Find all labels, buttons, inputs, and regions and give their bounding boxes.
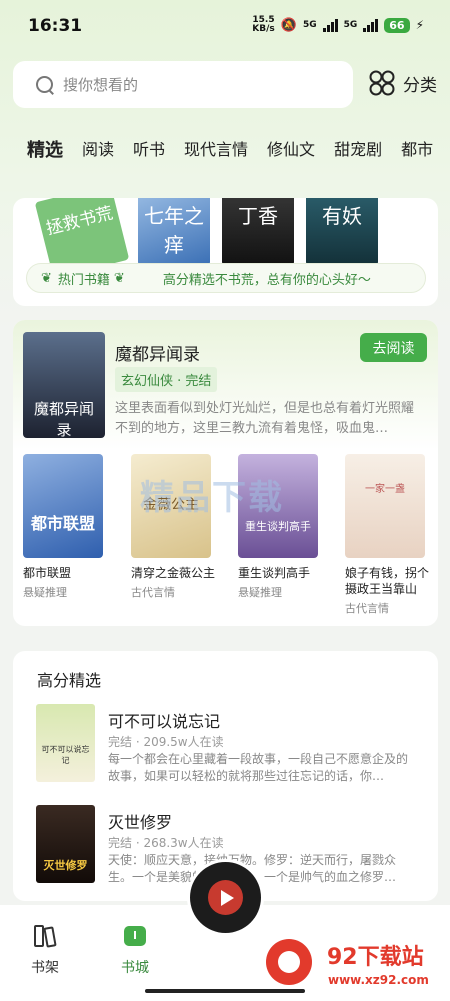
hot-books-banner[interactable]: ❦ 热门书籍 ❦ 高分精选不书荒，总有你的心头好～ [26,263,426,293]
book-name: 清穿之金薇公主 [131,566,216,580]
cover-title: 可不可以说忘记 [41,745,90,765]
search-input[interactable]: 搜你想看的 [13,61,353,108]
book-genre: 悬疑推理 [23,586,67,599]
featured-book-title[interactable]: 魔都异闻录 [115,340,200,365]
tab-sweet-drama[interactable]: 甜宠剧 [334,136,382,162]
section-title: 高分精选 [37,671,102,690]
bookshelf-icon [34,925,57,948]
home-indicator[interactable] [145,989,305,993]
tab-modern-romance[interactable]: 现代言情 [184,136,248,162]
watermark-text: 精品下载 [140,478,284,518]
nav-label: 书架 [31,960,59,976]
tab-featured[interactable]: 精选 [27,136,63,162]
laurel-icon: ❦ [113,270,125,286]
book-meta: 完结 · 209.5w人在读 [108,735,224,749]
cover-title: 七年之痒 [144,204,204,257]
book-name: 都市联盟 [23,566,72,580]
nav-bookshelf[interactable]: 书架 [15,923,75,977]
book-genre: 古代言情 [345,602,389,615]
book-cover: 一家一盏 [345,454,425,558]
book-cover[interactable]: 有妖 [306,198,378,266]
net-speed-unit: KB/s [252,24,275,34]
book-description: 天使：顺应天意，接纳万物。修罗：逆天而行，屠戮众生。一个是美貌的光之天使，一个是… [108,853,397,884]
book-cover: 灭世修罗 [36,805,95,883]
tab-audiobook[interactable]: 听书 [133,136,165,162]
tab-reading[interactable]: 阅读 [82,136,114,162]
hot-books-slogan: 高分精选不书荒，总有你的心头好～ [162,272,371,288]
cover-title: 有妖 [322,204,362,228]
book-description: 每一个都会在心里藏着一段故事，一段自己不愿意企及的故事，如果可以轻松的就将那些过… [108,752,408,783]
book-cover: 可不可以说忘记 [36,704,95,782]
net-type-1: 5G [302,20,317,30]
search-icon [35,75,55,95]
signal-icon [322,18,338,32]
book-name: 娘子有钱，拐个摄政王当靠山 [345,566,430,596]
signal-icon [363,18,379,32]
watermark-title: 92下载站 [327,945,424,970]
book-title: 可不可以说忘记 [108,712,221,731]
featured-book-tag: 玄幻仙侠 · 完结 [115,367,218,392]
watermark-url: www.xz92.com [328,973,429,987]
category-button[interactable]: 分类 [369,70,437,96]
audio-player-button[interactable] [190,862,261,933]
hot-books-card[interactable]: 拯救书荒 七年之痒 丁香 有妖 ❦ 热门书籍 ❦ 高分精选不书荒，总有你的心头好… [13,198,438,306]
tab-urban[interactable]: 都市 [401,136,433,162]
nav-label: 书城 [121,960,149,976]
book-name: 重生谈判高手 [238,566,311,580]
hot-books-label: 热门书籍 [57,272,110,288]
cover-title: 灭世修罗 [43,859,88,872]
grid-icon [369,70,395,96]
book-cover[interactable]: 七年之痒 [138,198,210,266]
grid-book[interactable]: 一家一盏 娘子有钱，拐个摄政王当靠山 古代言情 [345,454,437,616]
featured-book-cover[interactable]: 魔都异闻录 [23,332,105,438]
featured-book-description: 这里表面看似到处灯光灿烂，但是也总有着灯光照耀不到的地方，这里三教九流有着鬼怪，… [115,401,415,436]
category-tabs: 精选 阅读 听书 现代言情 修仙文 甜宠剧 都市 古风 [27,136,450,162]
book-genre: 古代言情 [131,586,175,599]
cover-title: 丁香 [238,204,278,228]
book-cover[interactable]: 丁香 [222,198,294,266]
status-indicators: 15.5 KB/s 🔕 5G 5G 66 ⚡ [252,16,424,34]
book-cover: 都市联盟 [23,454,103,558]
book-title: 灭世修罗 [108,813,173,832]
book-meta: 完结 · 268.3w人在读 [108,836,224,850]
nav-bookstore[interactable]: 书城 [105,923,165,977]
book-genre: 悬疑推理 [238,586,282,599]
network-speed: 15.5 KB/s [252,16,274,34]
laurel-icon: ❦ [41,270,52,286]
grid-book[interactable]: 都市联盟 都市联盟 悬疑推理 [23,454,111,600]
read-button[interactable]: 去阅读 [360,333,427,362]
hot-books-covers: 拯救书荒 七年之痒 丁香 有妖 [13,198,438,279]
cover-title: 魔都异闻录 [33,400,94,438]
list-item[interactable]: 可不可以说忘记 可不可以说忘记 完结 · 209.5w人在读 每一个都会在心里藏… [36,704,426,784]
bookstore-icon [124,926,146,946]
net-type-2: 5G [343,20,358,30]
category-label: 分类 [403,75,437,96]
mute-icon: 🔕 [280,17,297,33]
cover-title: 一家一盏 [365,484,405,495]
play-icon [221,890,234,906]
search-placeholder: 搜你想看的 [63,76,139,94]
charging-icon: ⚡ [415,18,424,32]
tab-cultivation[interactable]: 修仙文 [267,136,315,162]
cover-title: 拯救书荒 [44,203,115,240]
watermark-logo [266,939,312,985]
battery-icon: 66 [384,17,410,33]
status-bar: 16:31 15.5 KB/s 🔕 5G 5G 66 ⚡ [0,0,450,52]
cover-title: 都市联盟 [30,514,95,533]
status-time: 16:31 [28,16,83,36]
cover-title: 重生谈判高手 [245,520,311,533]
